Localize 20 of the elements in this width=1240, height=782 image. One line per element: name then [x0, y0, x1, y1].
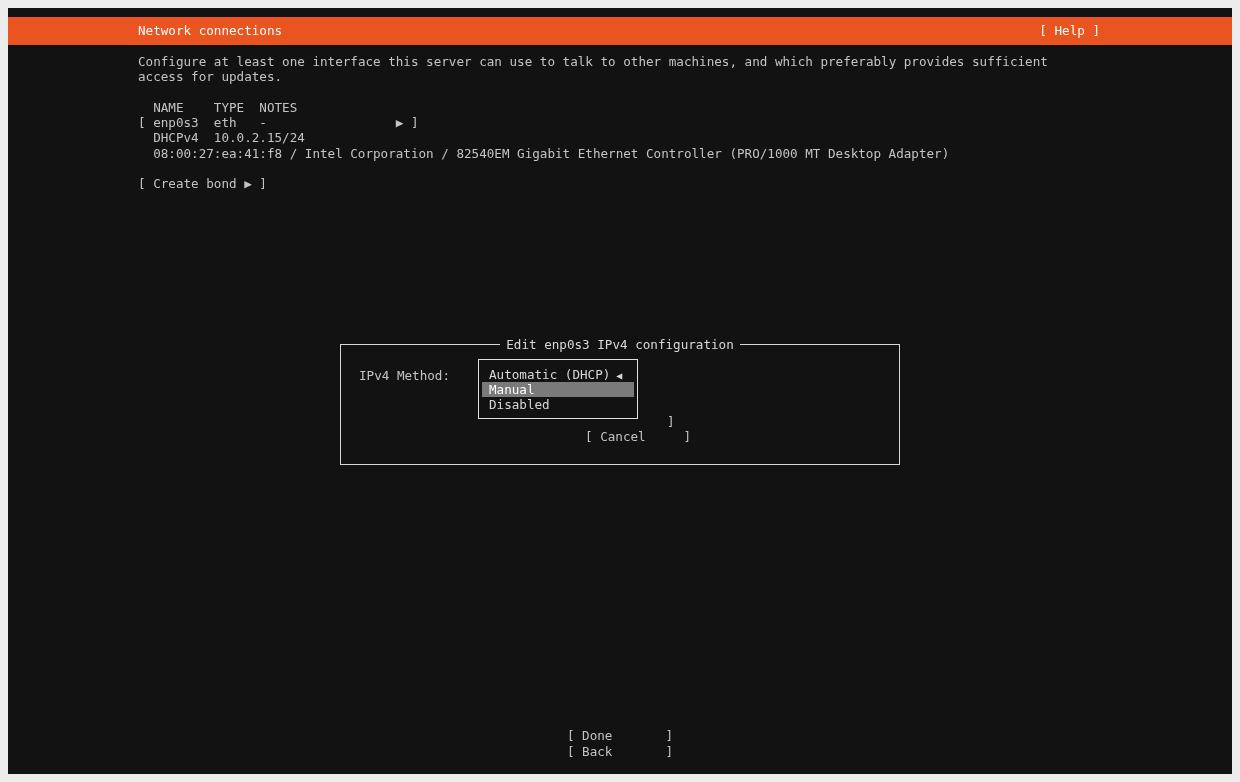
dropdown-option[interactable]: Automatic (DHCP) ◀: [482, 366, 634, 382]
column-header: TYPE: [213, 99, 246, 116]
column-header: NOTES: [259, 99, 299, 116]
dialog-title: Edit enp0s3 IPv4 configuration: [505, 337, 735, 353]
action-button[interactable]: [ Back ]: [566, 743, 674, 759]
help-button[interactable]: [ Help ]: [1039, 23, 1100, 39]
field-label: IPv4 Method:: [359, 367, 450, 383]
create-bond-button[interactable]: [ Create bond ▶ ]: [138, 176, 267, 192]
dropdown-option[interactable]: Manual: [482, 381, 634, 398]
dropdown-option[interactable]: Disabled: [482, 397, 634, 413]
interface-row[interactable]: [ enp0s3 eth - ▶ ]: [138, 115, 419, 131]
intro-text: Configure at least one interface this server can use to talk to other machines, and which preferably provides sufficient access for updates.: [138, 54, 1049, 85]
action-button[interactable]: [ Done ]: [566, 728, 674, 744]
detail-value: 10.0.2.15/24: [213, 130, 305, 146]
hardware-info: 08:00:27:ea:41:f8 / Intel Corporation / 82540EM Gigabit Ethernet Controller (PRO/1000 MT Desktop Adapter): [153, 145, 950, 162]
cancel-button[interactable]: [ Cancel ]: [585, 428, 692, 445]
screen-title: Network connections: [138, 23, 283, 39]
detail-label: DHCPv4: [153, 130, 200, 146]
button-edge: ]: [667, 413, 675, 429]
column-header: NAME: [153, 99, 185, 116]
